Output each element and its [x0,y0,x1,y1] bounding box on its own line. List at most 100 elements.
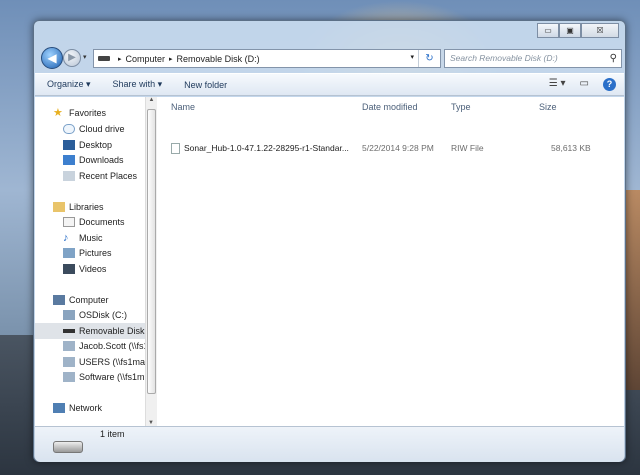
cloud-icon [63,124,75,134]
nav-label: Network [69,403,103,413]
hard-disk-icon [63,310,75,320]
network-drive-icon [63,341,75,351]
star-icon: ★ [53,107,63,119]
address-dropdown-icon[interactable]: ▾ [410,53,414,61]
column-date-modified[interactable]: Date modified [362,97,447,117]
preview-pane-icon[interactable]: ▭ [580,78,589,91]
nav-label: Libraries [69,202,104,212]
nav-osdisk[interactable]: OSDisk (C:) [63,307,146,323]
breadcrumb-computer[interactable]: Computer [126,54,166,64]
downloads-icon [63,155,75,165]
help-icon[interactable]: ? [603,78,616,91]
breadcrumb-chevron-icon[interactable]: ▸ [118,55,122,63]
recent-pages-dropdown[interactable]: ▾ [83,53,87,61]
search-placeholder: Search Removable Disk (D:) [450,53,558,63]
nav-label: Jacob.Scott (\\fs1 [79,341,147,351]
maximize-button[interactable]: ▣ [559,23,581,38]
nav-label: Removable Disk ( [79,326,145,336]
nav-network[interactable]: Network [53,400,146,416]
nav-videos[interactable]: Videos [63,261,146,277]
nav-libraries[interactable]: Libraries [53,199,146,215]
navigation-pane: ★ Favorites Cloud drive Desktop Downloads… [35,97,147,426]
back-button[interactable]: ◀ [41,47,63,69]
nav-scrollbar[interactable]: ▲ ▼ [145,97,157,426]
nav-software[interactable]: Software (\\fs1m [63,369,146,385]
recent-places-icon [63,171,75,181]
nav-music[interactable]: ♪ Music [63,230,146,246]
new-folder-button[interactable]: New folder [184,80,227,90]
organize-button[interactable]: Organize ▾ [47,79,91,90]
network-drive-icon [63,372,75,382]
network-drive-icon [63,357,75,367]
search-icon[interactable]: ⚲ [610,50,617,67]
command-toolbar: Organize ▾ Share with ▾ New folder ☰ ▾ ▭… [35,73,624,96]
nav-label: Favorites [69,108,107,118]
file-name: Sonar_Hub-1.0-47.1.22-28295-r1-Standar..… [184,143,349,153]
nav-label: Recent Places [79,171,138,181]
desktop-icon [63,140,75,150]
details-pane: 1 item [35,426,624,462]
change-view-icon[interactable]: ☰ ▾ [549,78,566,91]
nav-jacob-scott[interactable]: Jacob.Scott (\\fs1 [63,338,147,354]
column-name[interactable]: Name [171,97,351,117]
column-type[interactable]: Type [451,97,531,117]
documents-icon [63,217,75,227]
videos-icon [63,264,75,274]
nav-removable-disk[interactable]: Removable Disk ( [35,323,145,339]
nav-desktop[interactable]: Desktop [63,137,146,153]
nav-label: USERS (\\fs1mari [79,357,147,367]
close-button[interactable]: ☒ [581,23,619,38]
scroll-up-icon[interactable]: ▲ [146,97,157,103]
file-icon [171,143,180,155]
forward-button[interactable]: ▶ [63,49,81,67]
explorer-window: ▭ ▣ ☒ ◀ ▶ ▾ ▸ Computer ▸ Removable Disk … [33,20,626,462]
music-icon: ♪ [63,232,69,244]
search-input[interactable]: Search Removable Disk (D:) ⚲ [444,49,622,68]
file-list: Name Date modified Type Size Sonar_Hub-1… [161,97,624,426]
caption-buttons: ▭ ▣ ☒ [537,23,619,38]
forward-arrow-icon: ▶ [68,52,76,63]
column-size[interactable]: Size [539,97,619,117]
file-type-cell: RIW File [451,143,484,153]
network-icon [53,403,65,413]
nav-label: Computer [69,295,109,305]
minimize-button[interactable]: ▭ [537,23,559,38]
nav-label: Pictures [79,248,112,258]
drive-icon [98,56,110,61]
nav-computer[interactable]: Computer [53,292,146,308]
pictures-icon [63,248,75,258]
nav-label: Downloads [79,155,124,165]
nav-recent-places[interactable]: Recent Places [63,168,146,184]
share-with-button[interactable]: Share with ▾ [113,79,163,90]
nav-label: Music [79,233,103,243]
toolbar-right: ☰ ▾ ▭ ? [549,78,616,91]
scrollbar-thumb[interactable] [147,109,156,394]
usb-drive-icon [63,329,75,333]
address-bar[interactable]: ▸ Computer ▸ Removable Disk (D:) ▾ ↻ [93,49,441,68]
nav-label: Cloud drive [79,124,125,134]
nav-downloads[interactable]: Downloads [63,152,146,168]
nav-cloud-drive[interactable]: Cloud drive [63,121,146,137]
content-area: ★ Favorites Cloud drive Desktop Downloads… [35,97,624,426]
nav-label: Videos [79,264,107,274]
nav-users[interactable]: USERS (\\fs1mari [63,354,147,370]
nav-label: OSDisk (C:) [79,310,127,320]
refresh-icon[interactable]: ↻ [418,50,440,67]
file-size-cell: 58,613 KB [551,143,591,153]
file-date-cell: 5/22/2014 9:28 PM [362,143,434,153]
nav-documents[interactable]: Documents [63,214,146,230]
computer-icon [53,295,65,305]
breadcrumb-chevron-icon[interactable]: ▸ [169,55,173,63]
nav-label: Software (\\fs1m [79,372,145,382]
item-count: 1 item [100,429,125,439]
file-name-cell[interactable]: Sonar_Hub-1.0-47.1.22-28295-r1-Standar..… [171,140,361,156]
address-row: ◀ ▶ ▾ ▸ Computer ▸ Removable Disk (D:) ▾… [39,45,622,71]
nav-label: Documents [79,217,125,227]
nav-pictures[interactable]: Pictures [63,245,146,261]
back-arrow-icon: ◀ [47,51,57,65]
breadcrumb-removable-disk[interactable]: Removable Disk (D:) [177,54,260,64]
removable-drive-icon [53,441,83,453]
nav-label: Desktop [79,140,113,150]
libraries-icon [53,202,65,212]
nav-favorites[interactable]: ★ Favorites [53,105,146,121]
